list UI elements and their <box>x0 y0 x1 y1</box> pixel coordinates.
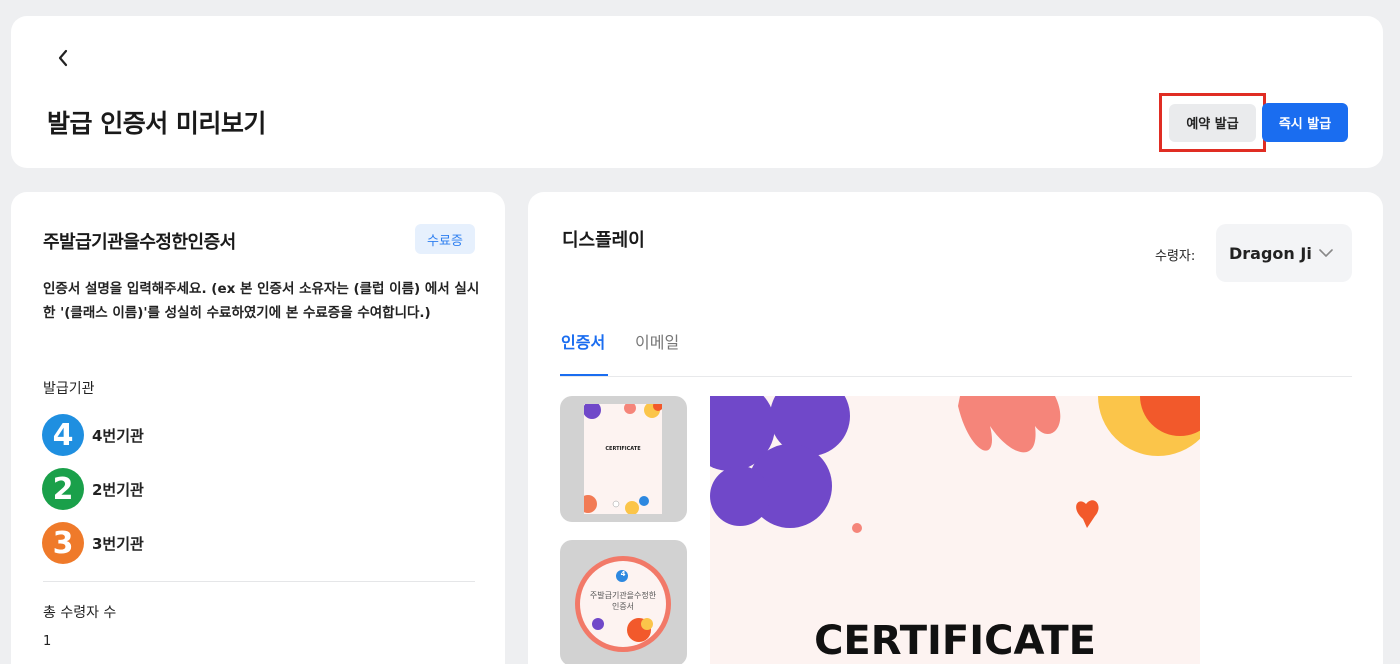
badge-text: 주발급기관을수정한인증서 <box>589 591 657 611</box>
issuer-name: 2번기관 <box>92 480 144 499</box>
certificate-description: 인증서 설명을 입력해주세요. (ex 본 인증서 소유자는 (클럽 이름) 에… <box>43 281 480 321</box>
issuer-name: 4번기관 <box>92 426 144 445</box>
reserve-highlight-box: 예약 발급 <box>1159 93 1266 152</box>
thumbnail-page: CERTIFICATE <box>584 404 662 514</box>
display-title: 디스플레이 <box>562 230 645 251</box>
tab-certificate[interactable]: 인증서 <box>561 329 605 353</box>
recipient-name: Dragon Ji <box>1229 243 1312 263</box>
reserve-issue-button[interactable]: 예약 발급 <box>1169 103 1256 142</box>
issuer-number-icon: 4 <box>42 414 84 456</box>
issuer-number-icon: 3 <box>42 522 84 564</box>
thumbnail-art <box>584 404 662 514</box>
recipient-select[interactable]: Dragon Ji <box>1216 224 1352 282</box>
issuer-number-icon: 2 <box>42 468 84 510</box>
recipients-count: 1 <box>43 634 52 649</box>
recipient-label: 수령자: <box>1155 249 1196 264</box>
certificate-thumbnail[interactable]: CERTIFICATE <box>560 396 687 522</box>
badge-number: 4 <box>620 570 626 578</box>
issuer-label: 발급기관 <box>43 381 95 397</box>
tab-divider <box>560 376 1352 377</box>
status-badge: 수료증 <box>415 224 475 254</box>
back-button[interactable] <box>51 46 75 70</box>
divider <box>43 581 475 582</box>
issuer-item: 2 2번기관 <box>42 468 144 510</box>
certificate-info-panel: 주발급기관을수정한인증서 수료증 인증서 설명을 입력해주세요. (ex 본 인… <box>11 192 505 664</box>
page-title: 발급 인증서 미리보기 <box>47 109 266 138</box>
display-panel: 디스플레이 수령자: Dragon Ji 인증서 이메일 CERTIFICATE <box>528 192 1383 664</box>
instant-issue-button[interactable]: 즉시 발급 <box>1262 103 1348 142</box>
badge-thumbnail[interactable]: 4 주발급기관을수정한인증서 <box>560 540 687 664</box>
issuer-item: 3 3번기관 <box>42 522 144 564</box>
thumbnail-title: CERTIFICATE <box>605 446 641 452</box>
certificate-name: 주발급기관을수정한인증서 <box>43 232 236 253</box>
certificate-preview: CERTIFICATE <box>710 396 1200 664</box>
header-card: 발급 인증서 미리보기 예약 발급 즉시 발급 <box>11 16 1383 168</box>
chevron-down-icon <box>1318 248 1334 258</box>
recipients-label: 총 수령자 수 <box>43 605 117 621</box>
tab-email[interactable]: 이메일 <box>635 329 679 353</box>
chevron-left-icon <box>58 49 68 67</box>
issuer-name: 3번기관 <box>92 534 144 553</box>
certificate-title: CERTIFICATE <box>814 618 1096 664</box>
issuer-item: 4 4번기관 <box>42 414 144 456</box>
